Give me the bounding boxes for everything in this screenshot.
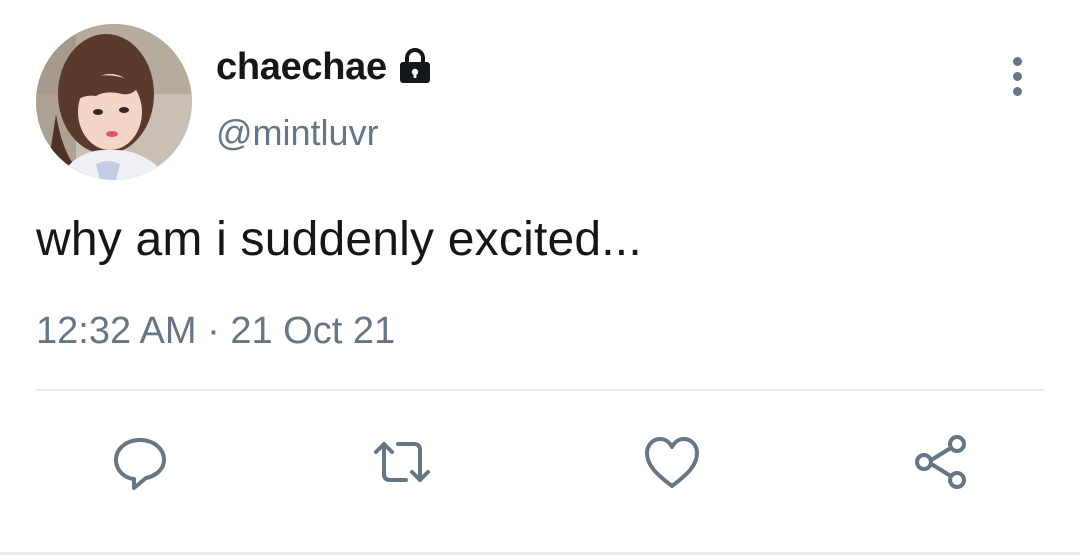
tweet-timestamp: 12:32 AM · 21 Oct 21 [36, 310, 395, 353]
display-name[interactable]: chaechae [216, 46, 387, 89]
share-icon [915, 435, 966, 489]
like-icon [645, 437, 699, 488]
user-handle[interactable]: @mintluvr [216, 112, 379, 154]
lock-icon [395, 45, 435, 85]
more-vertical-icon-dot [1012, 71, 1022, 81]
divider [36, 389, 1044, 391]
reply-button[interactable] [108, 430, 172, 494]
tweet-time: 12:32 AM [36, 310, 197, 352]
more-vertical-icon [1012, 56, 1022, 66]
more-options-button[interactable] [998, 52, 1036, 100]
retweet-icon [374, 442, 430, 482]
share-button[interactable] [908, 430, 972, 494]
retweet-button[interactable] [370, 430, 434, 494]
more-vertical-icon-dot [1012, 86, 1022, 96]
tweet-date: 21 Oct 21 [230, 310, 396, 352]
avatar[interactable] [36, 24, 192, 180]
author-name-row: chaechae [216, 44, 435, 90]
like-button[interactable] [640, 430, 704, 494]
profile-photo [36, 24, 192, 180]
tweet-text: why am i suddenly excited... [36, 213, 642, 266]
reply-icon [114, 438, 166, 490]
meta-separator: · [207, 310, 220, 352]
